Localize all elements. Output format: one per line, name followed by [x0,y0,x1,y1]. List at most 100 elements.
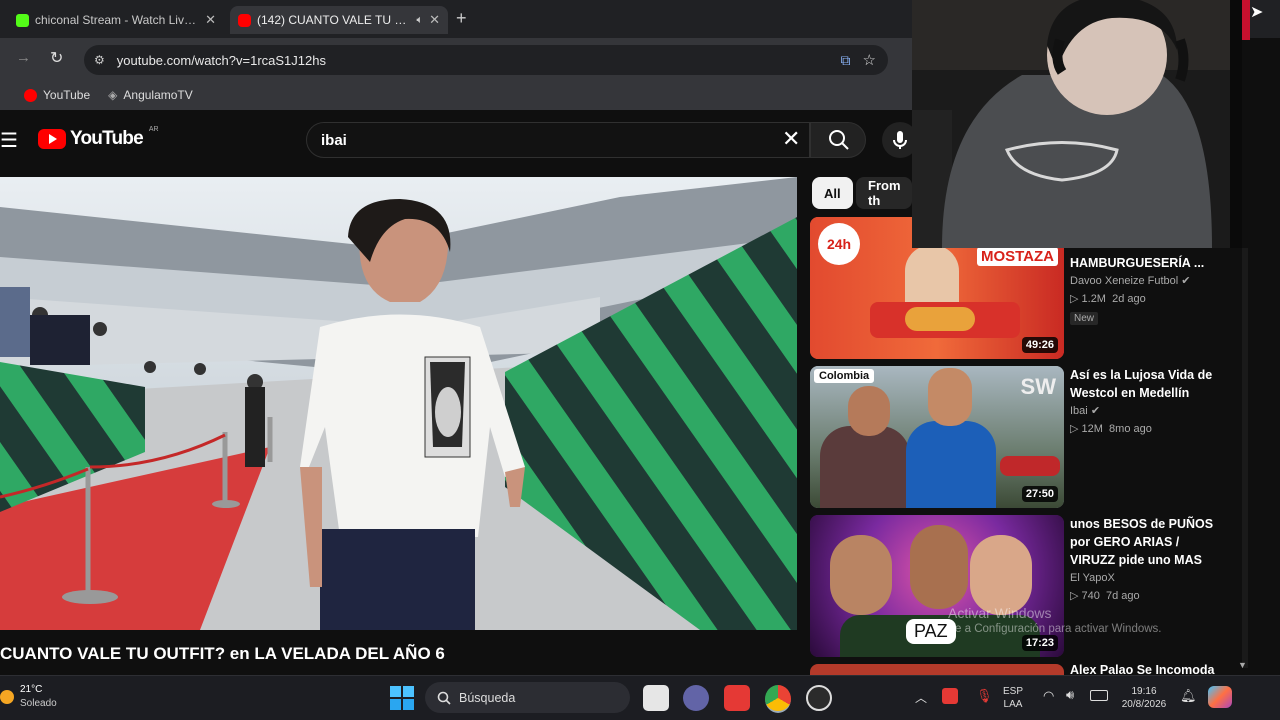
sun-icon [0,690,14,704]
sidebar-video-info[interactable]: HAMBURGUESERÍA ... Davoo Xeneize Futbol … [1070,254,1240,326]
lang-bottom: LAA [1003,699,1023,710]
close-icon[interactable]: ✕ [429,12,440,28]
upload-age: 2d ago [1112,293,1146,305]
app-icon[interactable] [724,685,750,711]
bookmark-label: AngulamoTV [123,88,193,102]
forward-button[interactable]: → [16,49,31,66]
sidebar-video-title-line2: por GERO ARIAS / [1070,535,1180,549]
page-scrollbar[interactable] [1242,248,1248,668]
tab-title: (142) CUANTO VALE TU OU [257,13,411,27]
clock[interactable]: 19:16 20/8/2026 [1114,685,1174,711]
channel-name: Davoo Xeneize Futbol ✔ [1070,272,1240,290]
video-player[interactable] [0,177,797,630]
search-button[interactable] [810,122,866,158]
wifi-icon[interactable]: ◠ [1043,688,1054,704]
reload-button[interactable]: ↻ [50,48,63,68]
weather-desc: Soleado [20,698,57,709]
battery-icon[interactable] [1090,690,1108,701]
tray-overflow-icon[interactable]: ︿ [915,689,927,706]
link-icon: ◈ [108,88,118,102]
windows-activation-watermark: Activar Windows Ve a Configuración para … [948,605,1162,637]
taskbar-search[interactable]: Búsqueda [425,682,630,713]
windows-taskbar [0,675,1280,720]
view-count: 1.2M [1081,293,1106,305]
logo-text: YouTube [70,128,144,149]
menu-icon[interactable]: ☰ [0,128,18,153]
close-icon[interactable]: ✕ [205,12,216,28]
notification-bell-icon[interactable]: 🔔︎ [1180,688,1197,704]
chip-all[interactable]: All [812,177,853,209]
bookmarks-bar: YouTube ◈ AngulamoTV [0,80,912,110]
weather-widget[interactable]: 21°C Soleado [0,683,57,711]
video-stats: ▷ 740 7d ago [1070,590,1140,602]
install-app-icon[interactable]: ⧉ [841,52,851,69]
address-bar[interactable]: ⚙ youtube.com/watch?v=1rcaS1J12hs ⧉ ☆ [84,45,888,75]
file-explorer-icon[interactable] [643,685,669,711]
clock-time: 19:16 [1131,686,1157,697]
kick-icon [16,13,29,27]
activation-title: Activar Windows [948,605,1052,621]
sidebar-thumbnail[interactable]: Colombia SW 27:50 [810,366,1064,508]
video-title: CUANTO VALE TU OUTFIT? en LA VELADA DEL … [0,644,445,663]
thumbnail-label: Colombia [814,369,875,383]
bookmark-youtube[interactable]: YouTube [24,88,90,102]
youtube-logo[interactable]: YouTube AR [38,125,159,150]
sidebar-video-info[interactable]: unos BESOS de PUÑOS por GERO ARIAS / VIR… [1070,515,1240,605]
thumbnail-sign: SW [1020,374,1056,399]
chip-from-the[interactable]: From th [856,177,912,209]
youtube-play-icon [38,129,66,149]
sidebar-thumbnail[interactable] [810,664,1064,675]
upload-age: 8mo ago [1109,423,1152,435]
channel-name: Ibai ✔ [1070,402,1240,420]
speaker-icon[interactable]: 🔈︎ [416,14,423,27]
chrome-icon[interactable] [765,685,791,713]
search-input[interactable]: ibai [306,122,810,158]
site-info-icon[interactable]: ⚙ [94,53,105,67]
sidebar-video-info[interactable]: Así es la Lujosa Vida de Westcol en Mede… [1070,366,1240,438]
youtube-icon [238,13,251,27]
view-count: 740 [1081,590,1100,602]
tab-title: chiconal Stream - Watch Live o [35,13,200,27]
sidebar-video-title-line3: VIRUZZ pide uno MAS [1070,553,1202,567]
volume-icon[interactable]: 🔊︎ [1066,687,1074,703]
view-count: 12M [1081,423,1103,435]
sidebar-video-title: Así es la Lujosa Vida de [1070,368,1213,382]
tab-youtube-video[interactable]: (142) CUANTO VALE TU OU 🔈︎ ✕ [230,6,448,34]
video-duration: 27:50 [1021,486,1058,502]
search-icon [437,691,451,705]
upload-age: 7d ago [1106,590,1140,602]
new-tab-button[interactable]: + [456,8,467,29]
tray-app-icon[interactable] [942,688,958,704]
logo-country: AR [148,125,159,133]
mic-tray-icon[interactable]: 🎙︎ [976,688,993,704]
teams-icon[interactable] [683,685,709,711]
activation-subtitle: Ve a Configuración para activar Windows. [948,623,1162,635]
new-badge: New [1070,312,1099,325]
verified-icon: ✔ [1090,405,1101,417]
url-text: youtube.com/watch?v=1rcaS1J12hs [116,52,326,68]
bookmark-angulamotv[interactable]: ◈ AngulamoTV [108,88,193,102]
windows-logo-icon [390,686,401,697]
thumbnail-badge: 24h [818,223,860,265]
youtube-icon [24,88,37,102]
sidebar-video-title: HAMBURGUESERÍA ... [1070,256,1205,270]
clock-date: 20/8/2026 [1121,699,1167,710]
clear-search-icon[interactable]: ✕ [782,126,800,152]
video-duration: 49:26 [1021,337,1058,353]
webcam-image [912,0,1242,248]
weather-temp: 21°C [20,684,43,695]
obs-icon[interactable] [806,685,832,711]
mouse-cursor-icon: ➤ [1250,4,1264,21]
video-frame [0,177,797,630]
start-button[interactable] [390,686,414,710]
webcam-overlay [912,0,1242,248]
sidebar-video-info[interactable]: Alex Palao Se Incomoda [1070,664,1240,675]
language-indicator[interactable]: ESP LAA [1003,685,1023,711]
scroll-down-arrow[interactable]: ▼ [1238,660,1247,670]
tab-kick-stream[interactable]: chiconal Stream - Watch Live o ✕ [8,6,224,34]
lang-top: ESP [1003,686,1024,697]
video-stats: ▷ 1.2M 2d ago [1070,293,1146,305]
bookmark-label: YouTube [43,88,91,102]
bookmark-star-icon[interactable]: ☆ [863,51,876,69]
copilot-icon[interactable] [1208,686,1232,708]
